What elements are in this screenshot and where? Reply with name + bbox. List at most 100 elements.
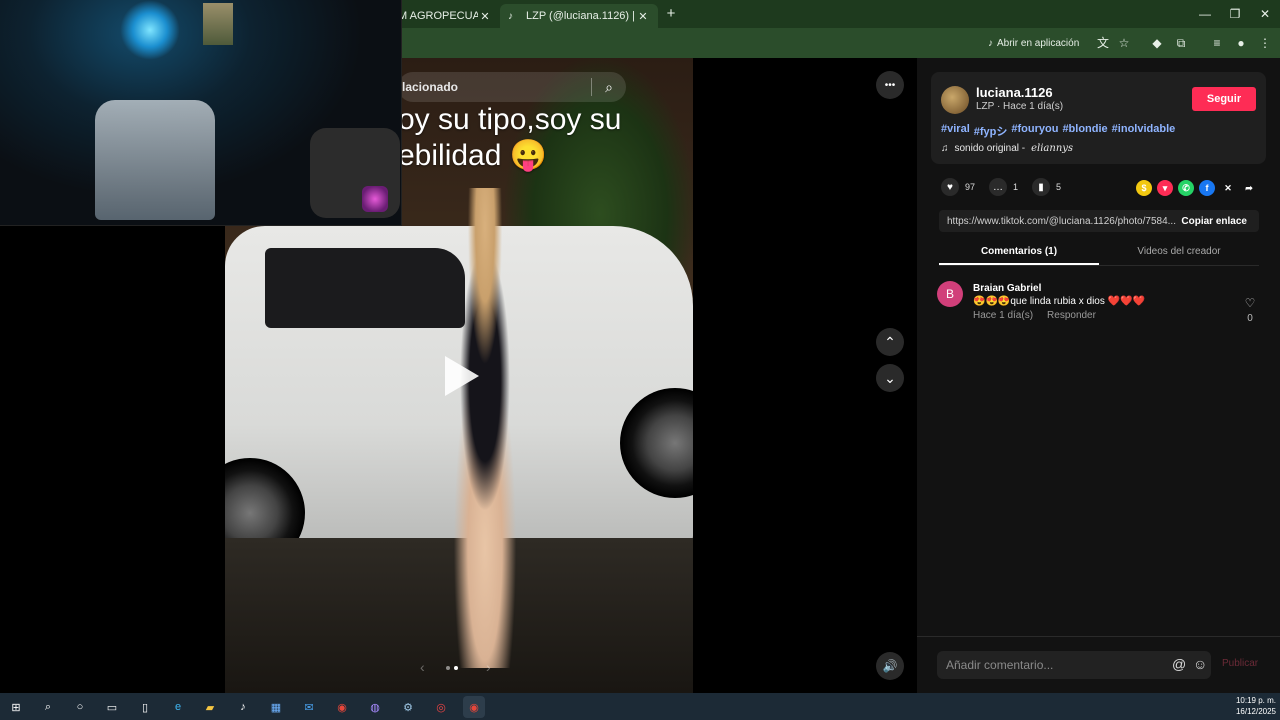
tab-creator-videos[interactable]: Videos del creador [1099, 242, 1259, 265]
repost-icon[interactable]: ▾ [1157, 180, 1173, 196]
previous-post-button[interactable]: ⌃ [876, 328, 904, 356]
comment-time: Hace 1 día(s) [973, 310, 1034, 321]
clock-date: 16/12/2025 [1235, 707, 1276, 716]
comment-author[interactable]: Braian Gabriel [973, 283, 1041, 294]
copy-link-button[interactable]: Copiar enlace [1181, 216, 1259, 227]
bookmark-icon: ▮ [1032, 178, 1051, 196]
minimize-button[interactable]: — [1190, 6, 1220, 22]
close-icon[interactable]: ✕ [478, 10, 492, 23]
cortana-icon[interactable]: ○ [69, 696, 91, 718]
copy-link-box: https://www.tiktok.com/@luciana.1126/pho… [939, 210, 1259, 232]
open-in-app-label: Abrir en aplicación [997, 37, 1080, 49]
file-explorer-icon[interactable]: ▰ [199, 696, 221, 718]
avatar[interactable] [941, 86, 969, 114]
carousel-dot[interactable] [446, 666, 450, 670]
webcam-light [120, 0, 180, 60]
tab-tiktok[interactable]: ♪ LZP (@luciana.1126) | TikTok ✕ [500, 4, 658, 28]
webcam-lamp [362, 186, 388, 212]
tiktok-icon: ♪ [508, 10, 513, 22]
system-clock[interactable]: 10:19 p. m. 16/12/2025 [1228, 695, 1276, 717]
engagement-stats: ♥ 97 … 1 ▮ 5 [941, 178, 1061, 196]
play-icon[interactable] [445, 356, 479, 396]
chevron-left-icon[interactable]: ‹ [420, 659, 425, 675]
windows-taskbar: ⊞ ⌕ ○ ▭ ▯ e ▰ ♪ ▦ ✉ ◉ ◍ ⚙ ◎ ◉ 10:19 p. m… [0, 693, 1280, 720]
extensions-puzzle-icon[interactable]: ⧉ [1172, 34, 1190, 52]
related-search-box[interactable]: lacionado ⌕ [398, 72, 626, 102]
more-options-button[interactable]: ••• [876, 71, 904, 99]
edge-icon[interactable]: e [167, 696, 189, 718]
post-username[interactable]: luciana.1126 [976, 85, 1053, 100]
comment-stat[interactable]: … 1 [989, 178, 1018, 196]
windows-start-icon[interactable]: ⊞ [5, 696, 27, 718]
coin-icon[interactable]: $ [1136, 180, 1152, 196]
emoji-icon[interactable]: ☺ [1193, 656, 1207, 672]
task-view-icon[interactable]: ▭ [101, 696, 123, 718]
tab-agropecuario[interactable]: M AGROPECUARIO - ✕ [390, 4, 500, 28]
panel-tabs: Comentarios (1) Videos del creador [939, 242, 1259, 266]
close-window-button[interactable]: ✕ [1250, 6, 1280, 22]
carousel-dot-active[interactable] [454, 666, 458, 670]
translate-icon[interactable]: 文 [1094, 34, 1112, 52]
hashtag-link[interactable]: #viral [941, 123, 970, 139]
restore-button[interactable]: ❐ [1220, 6, 1250, 22]
steam-icon[interactable]: ⚙ [397, 696, 419, 718]
post-info-card: luciana.1126 LZP · Hace 1 día(s) Seguir … [931, 72, 1266, 164]
reading-list-icon[interactable]: ≡ [1208, 34, 1226, 52]
tiktok-icon[interactable]: ♪ [232, 696, 254, 718]
store-icon[interactable]: ▦ [265, 696, 287, 718]
publish-button[interactable]: Publicar [1222, 658, 1258, 669]
search-icon[interactable]: ⌕ [37, 696, 59, 718]
tab-comments[interactable]: Comentarios (1) [939, 242, 1099, 265]
obs-icon[interactable]: ◎ [430, 696, 452, 718]
like-stat[interactable]: ♥ 97 [941, 178, 975, 196]
caption-line-2: ebilidad 😛 [398, 139, 548, 172]
hashtag-link[interactable]: #fypシ [974, 123, 1008, 139]
chrome-icon[interactable]: ◉ [331, 696, 353, 718]
profile-avatar[interactable]: ● [1232, 34, 1250, 52]
facebook-icon[interactable]: f [1199, 180, 1215, 196]
heart-outline-icon[interactable]: ♡ [1241, 296, 1259, 310]
comment-like-count: 0 [1247, 313, 1253, 324]
post-subline: LZP · Hace 1 día(s) [976, 101, 1064, 112]
photo-caption-overlay: oy su tipo,soy su ebilidad 😛 [398, 102, 621, 174]
bookmark-star-icon[interactable]: ☆ [1115, 34, 1133, 52]
comment-icon: … [989, 178, 1008, 196]
search-icon[interactable]: ⌕ [592, 79, 626, 96]
volume-icon[interactable]: 🔊 [876, 652, 904, 680]
kebab-menu-icon[interactable]: ⋮ [1256, 34, 1274, 52]
chrome-active-icon[interactable]: ◉ [463, 696, 485, 718]
hashtag-link[interactable]: #inolvidable [1112, 123, 1176, 139]
extension-diamond-icon[interactable]: ◆ [1148, 34, 1166, 52]
hashtag-link[interactable]: #fouryou [1011, 123, 1058, 139]
next-post-button[interactable]: ⌄ [876, 364, 904, 392]
save-count: 5 [1056, 182, 1062, 192]
chevron-right-icon[interactable]: › [486, 659, 491, 675]
x-icon[interactable]: ✕ [1220, 180, 1236, 196]
comment-composer: Añadir comentario... @ ☺ Publicar [917, 636, 1280, 693]
comment-meta: Hace 1 día(s) Responder [973, 310, 1096, 321]
reply-button[interactable]: Responder [1047, 310, 1096, 321]
save-stat[interactable]: ▮ 5 [1032, 178, 1061, 196]
hashtag-list: #viral #fypシ #fouryou #blondie #inolvida… [941, 123, 1175, 139]
file-icon[interactable]: ▯ [134, 696, 156, 718]
follow-button[interactable]: Seguir [1192, 87, 1256, 111]
share-arrow-icon[interactable]: ➦ [1241, 180, 1257, 196]
tiktok-icon: ♪ [988, 37, 993, 49]
mention-icon[interactable]: @ [1172, 656, 1186, 672]
like-count: 97 [965, 182, 976, 192]
music-link[interactable]: ♫ sonido original - eliannys [941, 143, 1073, 154]
discord-icon[interactable]: ◍ [364, 696, 386, 718]
comment-text: 😍😍😍que linda rubia x dios ❤️❤️❤️ [973, 296, 1145, 307]
new-tab-button[interactable]: + [662, 5, 680, 23]
hashtag-link[interactable]: #blondie [1062, 123, 1107, 139]
whatsapp-icon[interactable]: ✆ [1178, 180, 1194, 196]
tab-label: M AGROPECUARIO - [398, 10, 478, 22]
comment-input[interactable]: Añadir comentario... [937, 651, 1211, 679]
mail-icon[interactable]: ✉ [298, 696, 320, 718]
carousel-dots [446, 666, 458, 670]
avatar[interactable]: B [937, 281, 963, 307]
open-in-app-button[interactable]: ♪ Abrir en aplicación [988, 34, 1079, 52]
clock-time: 10:19 p. m. [1235, 696, 1276, 705]
share-buttons: $ ▾ ✆ f ✕ ➦ [1136, 180, 1257, 196]
close-icon[interactable]: ✕ [636, 10, 650, 23]
